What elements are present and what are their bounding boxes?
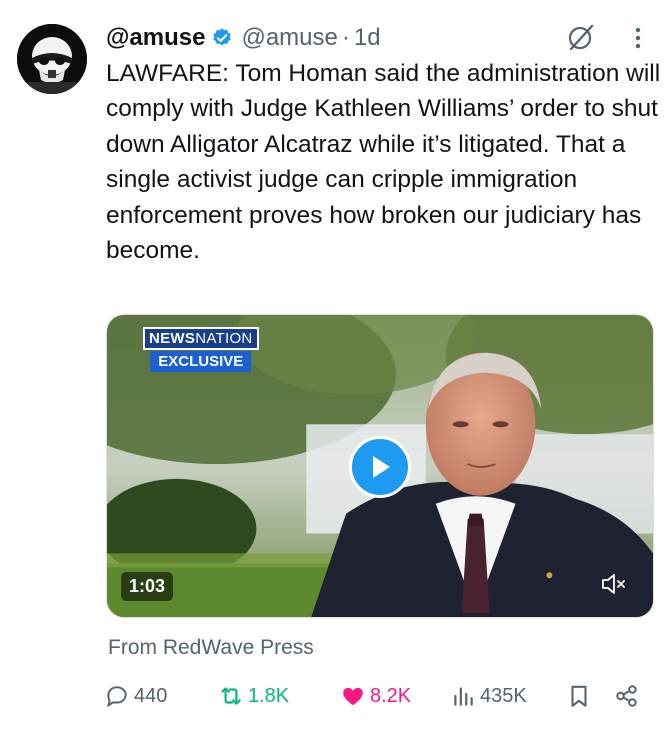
separator-dot: · [341,24,350,51]
exclusive-label: EXCLUSIVE [150,351,252,372]
reply-button[interactable]: 440 [104,676,167,716]
timestamp[interactable]: 1d [354,24,381,52]
like-icon [343,687,363,706]
video-duration: 1:03 [121,572,174,601]
bookmark-icon [571,685,587,707]
stormtrooper-avatar-icon [17,24,87,94]
reply-count: 440 [134,684,168,707]
source-attribution[interactable]: From RedWave Press [108,636,314,660]
repost-button[interactable]: 1.8K [218,676,289,716]
play-button[interactable] [349,436,411,498]
tweet-text: LAWFARE: Tom Homan said the administrati… [106,60,661,265]
handle[interactable]: @amuse [241,24,337,52]
brand-light: NATION [195,330,253,347]
tweet: @amuse @amuse · 1d LAWFARE: Tom Homan sa… [0,0,672,737]
more-icon[interactable] [628,24,648,52]
repost-icon [221,687,241,705]
reply-icon [107,686,127,707]
like-button[interactable]: 8.2K [340,676,411,716]
views-icon [454,687,473,706]
action-bar: 440 1.8K 8.2K 435K [0,676,672,716]
newsnation-badge: NEWSNATION EXCLUSIVE [143,327,259,372]
grok-icon[interactable] [566,22,596,52]
verified-icon [213,28,232,46]
like-count: 8.2K [370,684,412,707]
views-button[interactable]: 435K [450,676,527,716]
repost-count: 1.8K [248,684,290,707]
video-player[interactable]: NEWSNATION EXCLUSIVE 1:03 [106,314,654,618]
avatar[interactable] [17,24,87,94]
mute-icon[interactable] [599,569,629,599]
display-name[interactable]: @amuse [106,24,205,52]
view-count: 435K [480,684,527,707]
share-button[interactable] [614,676,644,716]
play-icon [373,456,390,478]
brand-bold: NEWS [149,330,196,347]
share-icon [616,685,637,707]
tweet-header: @amuse @amuse · 1d [106,22,381,54]
bookmark-button[interactable] [566,676,596,716]
newsnation-logo: NEWSNATION [143,327,259,350]
